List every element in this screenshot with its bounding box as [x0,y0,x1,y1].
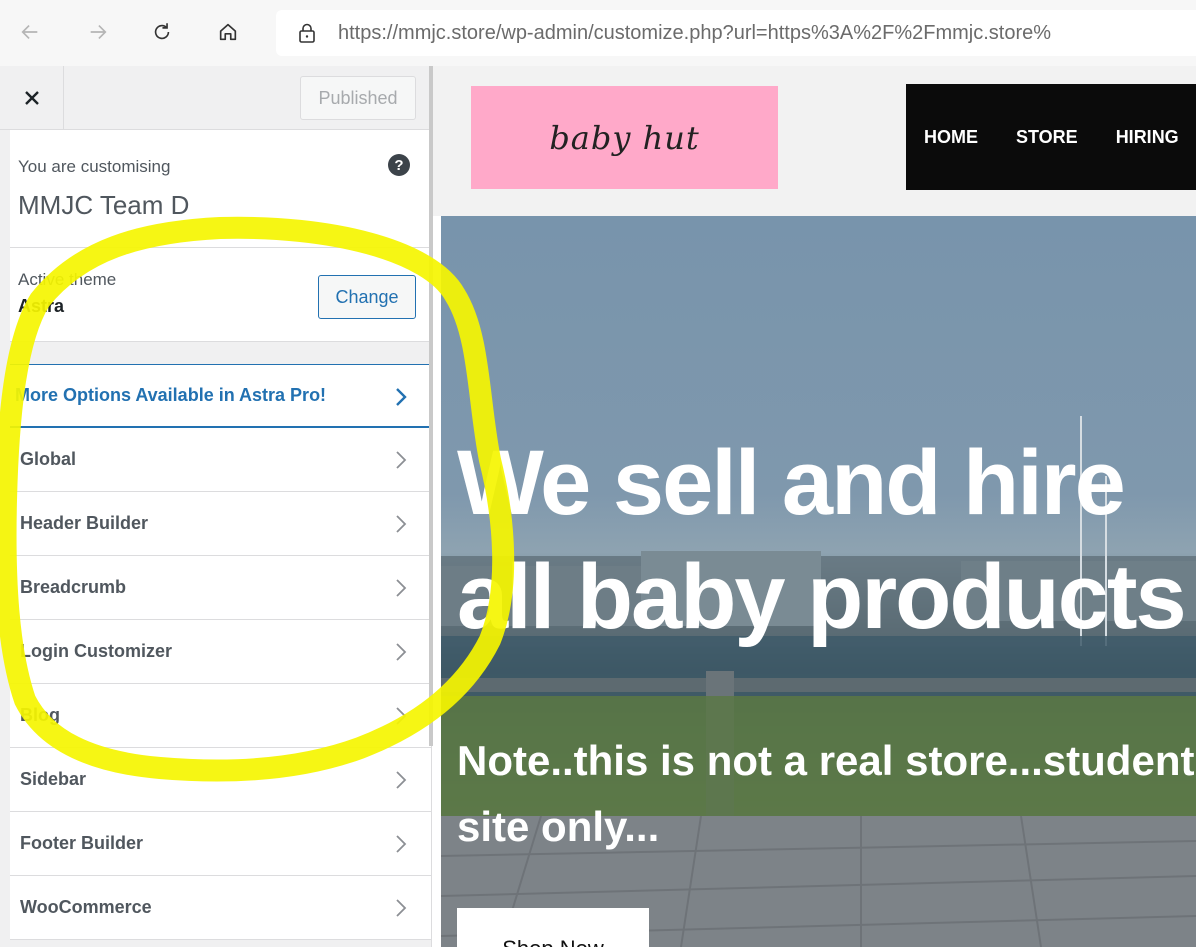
close-customizer-button[interactable] [0,66,64,130]
browser-toolbar: https://mmjc.store/wp-admin/customize.ph… [0,0,1196,66]
menu-item-footer-builder[interactable]: Footer Builder [10,812,431,876]
site-logo[interactable]: baby hut [471,86,778,189]
menu-item-sidebar[interactable]: Sidebar [10,748,431,812]
published-button[interactable]: Published [300,76,416,120]
chevron-right-icon [396,771,407,789]
url-text: https://mmjc.store/wp-admin/customize.ph… [338,22,1051,45]
primary-nav: HOME STORE HIRING [906,84,1196,190]
shop-now-button[interactable]: Shop Now [457,908,649,947]
address-bar[interactable]: https://mmjc.store/wp-admin/customize.ph… [276,10,1196,56]
menu-item-label: More Options Available in Astra Pro! [15,385,327,405]
forward-button[interactable] [80,14,116,50]
site-preview: baby hut HOME STORE HIRING We sell and h… [433,66,1196,947]
active-theme-section: Active theme Astra Change [10,248,431,342]
customizer-info: You are customising MMJC Team D ? [10,130,431,248]
menu-item-label: Header Builder [20,513,149,533]
menu-item-blog[interactable]: Blog [10,684,431,748]
customizer-sidebar: Published You are customising MMJC Team … [0,66,432,947]
menu-item-label: Login Customizer [20,641,172,661]
chevron-right-icon [396,579,407,597]
url-host: https://mmjc.store [338,21,496,44]
menu-item-astra-pro[interactable]: More Options Available in Astra Pro! [10,364,431,428]
back-button[interactable] [12,14,48,50]
refresh-icon [154,23,170,40]
chevron-right-icon [396,643,407,661]
lock-icon [299,23,315,43]
logo-text: baby hut [549,118,700,157]
theme-name: Astra [18,296,65,316]
site-title: MMJC Team D [18,190,190,220]
menu-item-label: Blog [20,705,60,725]
chevron-right-icon [396,515,407,533]
chevron-right-icon [396,899,407,917]
hero-subheading-line1: Note..this is not a real store...student [457,737,1195,784]
menu-item-header-builder[interactable]: Header Builder [10,492,431,556]
chevron-right-icon [396,835,407,853]
menu-item-global[interactable]: Global [10,428,431,492]
chevron-right-icon [396,451,407,469]
customising-label: You are customising [18,157,171,176]
nav-item-home[interactable]: HOME [924,127,978,148]
active-theme-label: Active theme [18,270,117,289]
refresh-button[interactable] [144,14,180,50]
hero-subheading: Note..this is not a real store...student… [457,728,1196,860]
menu-item-label: Global [20,449,77,469]
customizer-menu: More Options Available in Astra Pro! Glo… [10,364,431,940]
forward-arrow-icon [90,24,107,40]
chevron-right-icon [396,388,407,406]
menu-item-login-customizer[interactable]: Login Customizer [10,620,431,684]
hero-section: We sell and hire all baby products Note.… [441,216,1196,947]
hero-heading-line2: all baby products [457,546,1187,648]
nav-item-hiring[interactable]: HIRING [1116,127,1179,148]
home-icon [219,23,237,41]
help-icon[interactable]: ? [388,154,410,176]
menu-item-breadcrumb[interactable]: Breadcrumb [10,556,431,620]
menu-item-label: Footer Builder [20,833,144,853]
change-theme-button[interactable]: Change [318,275,416,319]
chevron-right-icon [396,707,407,725]
nav-item-store[interactable]: STORE [1016,127,1078,148]
url-path: /wp-admin/customize.php?url=https%3A%2F%… [495,21,1052,44]
menu-item-label: Sidebar [20,769,87,789]
site-header: baby hut HOME STORE HIRING [433,66,1196,216]
back-arrow-icon [21,24,38,40]
close-icon [24,91,39,105]
menu-item-woocommerce[interactable]: WooCommerce [10,876,431,940]
customizer-header: Published [0,66,431,130]
hero-subheading-line2: site only... [457,803,660,850]
hero-heading: We sell and hire all baby products [457,426,1196,654]
hero-heading-line1: We sell and hire [457,432,1126,534]
menu-item-label: WooCommerce [20,897,152,917]
home-button[interactable] [210,14,246,50]
menu-item-label: Breadcrumb [20,577,127,597]
